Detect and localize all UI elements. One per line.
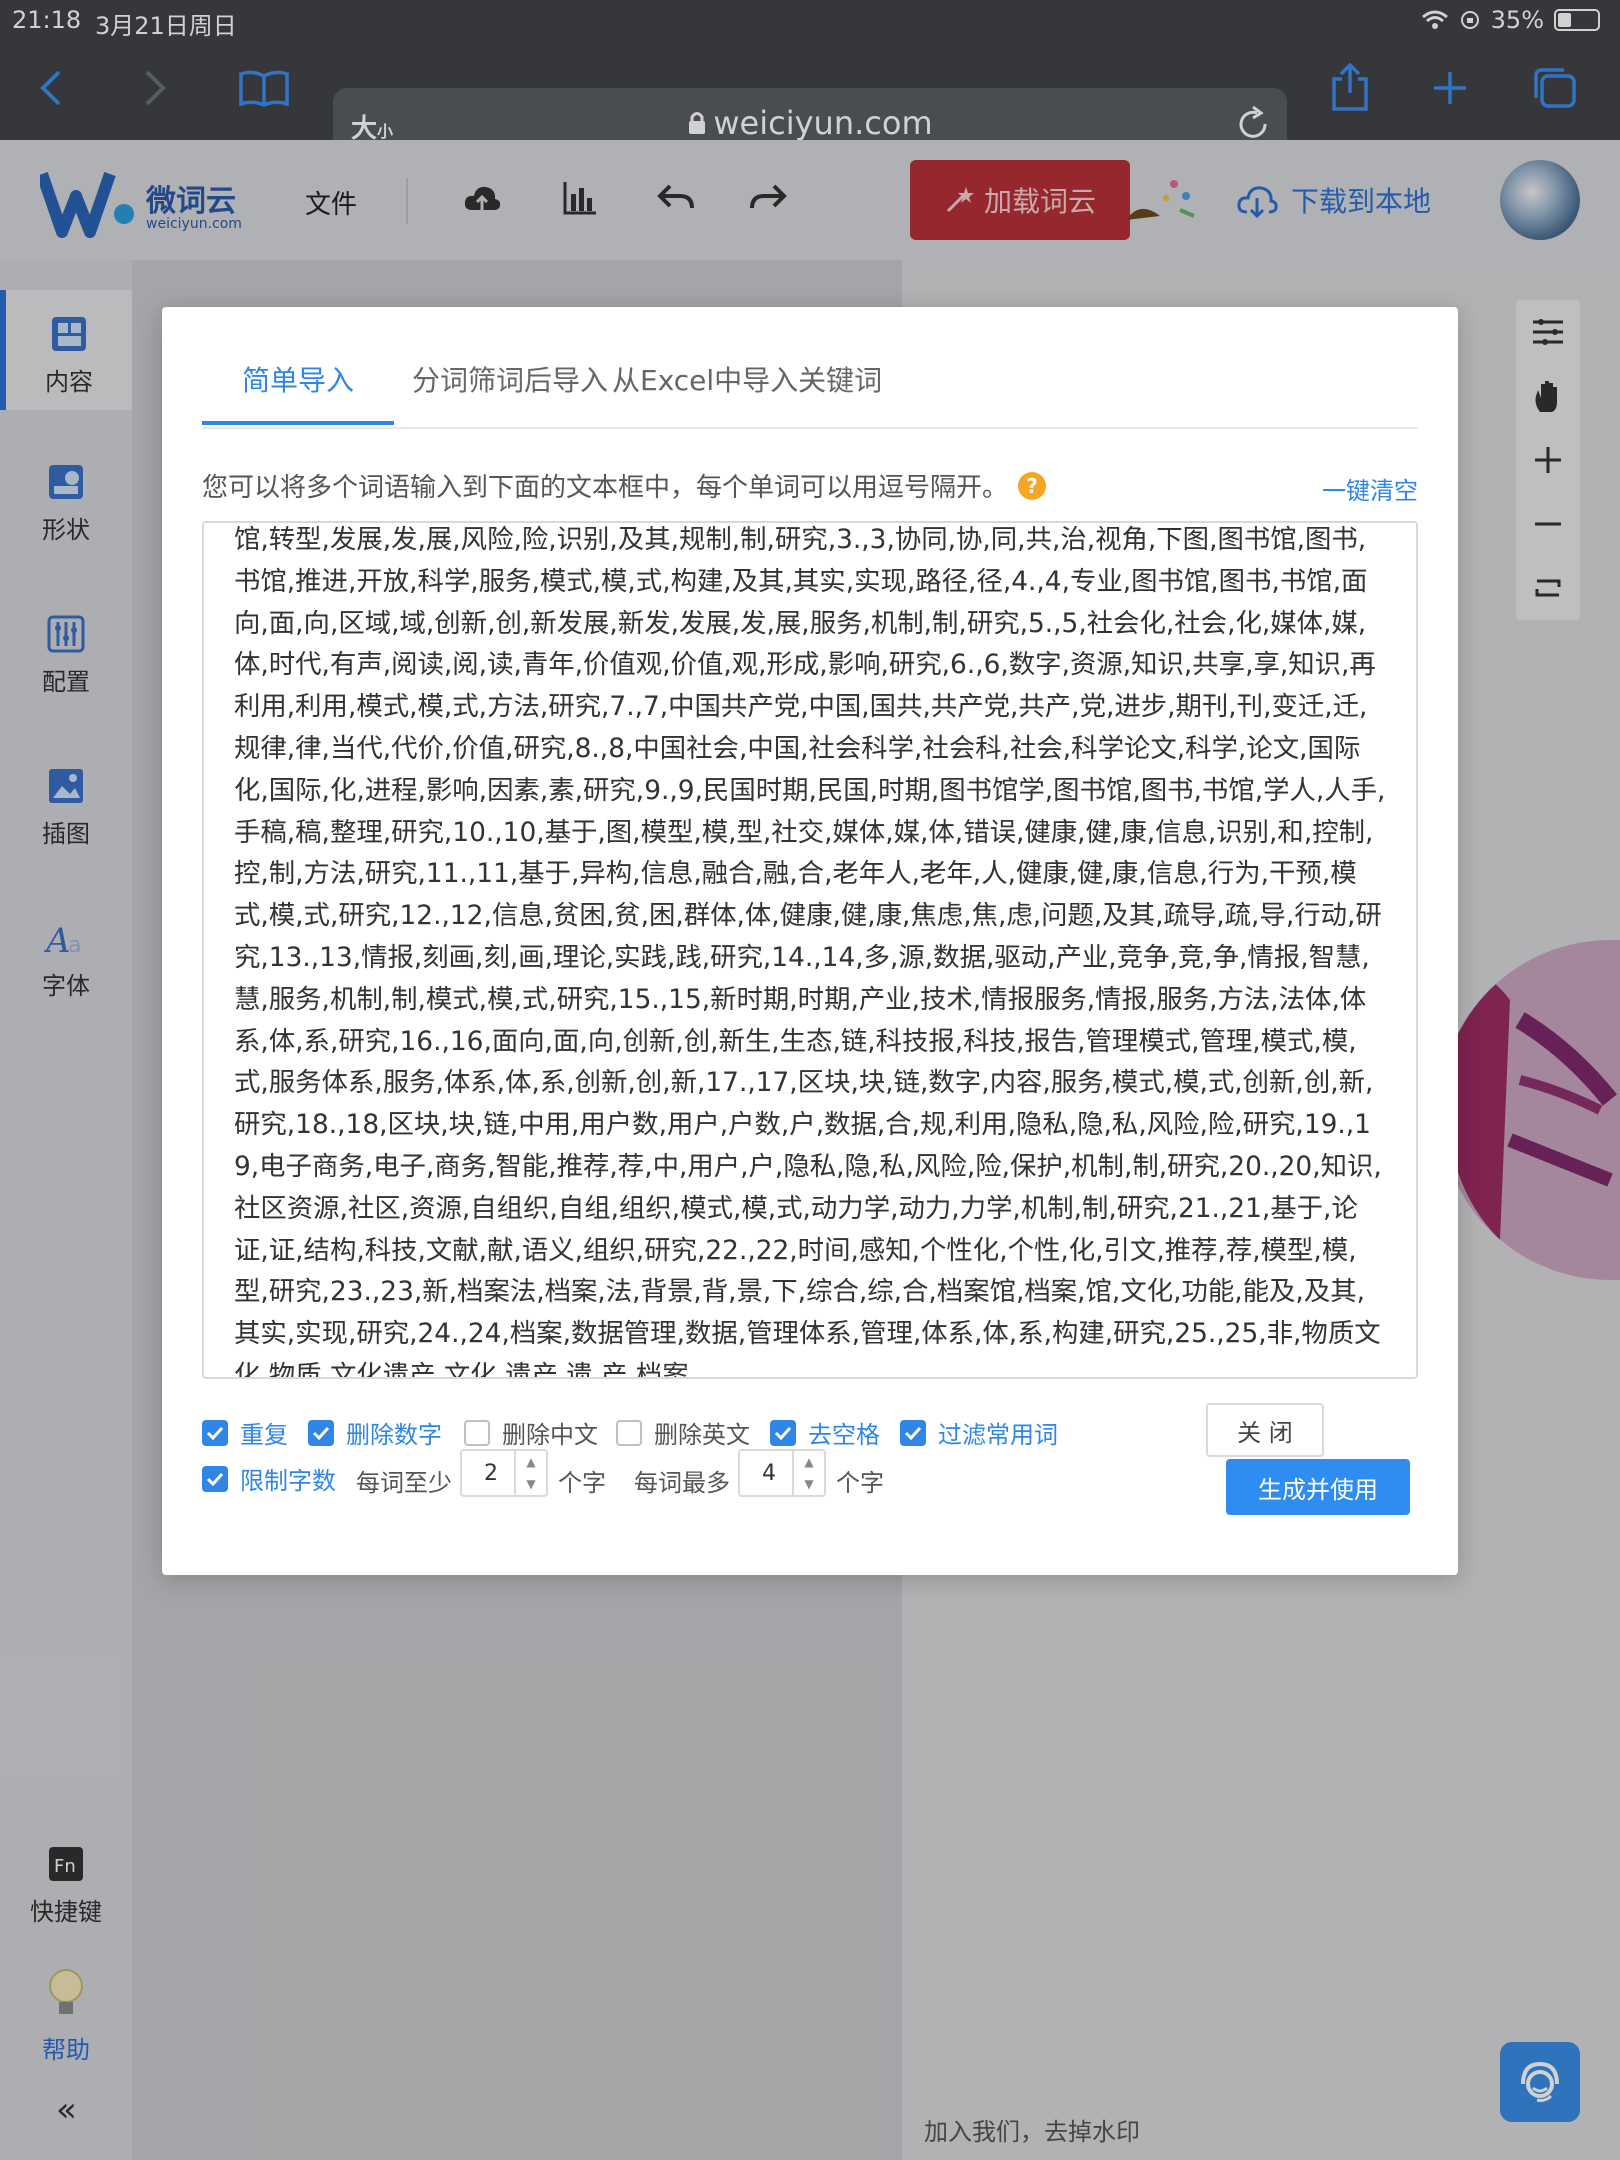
close-button[interactable]: 关 闭 — [1206, 1403, 1324, 1457]
option-label: 删除数字 — [346, 1421, 442, 1449]
option-remove-numbers[interactable]: 删除数字 — [308, 1415, 442, 1450]
checkbox[interactable] — [202, 1465, 228, 1492]
import-words-dialog: 简单导入 分词筛词后导入 从Excel中导入关键词 您可以将多个词语输入到下面的… — [162, 307, 1458, 1575]
option-limit-chars[interactable]: 限制字数 — [202, 1461, 336, 1496]
checkbox[interactable] — [900, 1419, 926, 1446]
option-label: 限制字数 — [240, 1467, 336, 1495]
close-label: 关 闭 — [1237, 1418, 1293, 1447]
generate-label: 生成并使用 — [1258, 1475, 1378, 1504]
active-tab-indicator — [202, 421, 394, 425]
option-remove-chinese[interactable]: 删除中文 — [464, 1415, 598, 1450]
option-label: 去空格 — [808, 1421, 880, 1449]
stepper-arrows[interactable]: ▲ ▼ — [792, 1451, 824, 1495]
option-filter-common[interactable]: 过滤常用词 — [900, 1415, 1058, 1450]
option-label: 重复 — [240, 1421, 288, 1449]
max-chars-label: 每词最多 — [634, 1469, 730, 1497]
max-chars-value: 4 — [762, 1461, 776, 1486]
min-chars-stepper[interactable]: 2 ▲ ▼ — [460, 1449, 548, 1497]
option-remove-spaces[interactable]: 去空格 — [770, 1415, 880, 1450]
tab-excel-import[interactable]: 从Excel中导入关键词 — [612, 359, 882, 399]
min-chars-value: 2 — [484, 1461, 498, 1486]
stepper-arrows[interactable]: ▲ ▼ — [514, 1451, 546, 1495]
clear-all-link[interactable]: 一键清空 — [1322, 471, 1418, 506]
option-label: 删除英文 — [654, 1421, 750, 1449]
words-textarea[interactable]: 馆,转型,发展,发,展,风险,险,识别,及其,规制,制,研究,3.,3,协同,协… — [202, 521, 1418, 1379]
option-repeat[interactable]: 重复 — [202, 1415, 288, 1450]
option-label: 删除中文 — [502, 1421, 598, 1449]
tab-simple-import[interactable]: 简单导入 — [242, 359, 354, 399]
words-textarea-content: 馆,转型,发展,发,展,风险,险,识别,及其,规制,制,研究,3.,3,协同,协… — [234, 524, 1386, 1379]
hint-text: 您可以将多个词语输入到下面的文本框中，每个单词可以用逗号隔开。 — [202, 473, 1009, 503]
checkbox[interactable] — [464, 1419, 490, 1446]
import-tabs: 简单导入 分词筛词后导入 从Excel中导入关键词 — [202, 307, 1418, 429]
option-remove-english[interactable]: 删除英文 — [616, 1415, 750, 1450]
help-question-icon[interactable]: ? — [1018, 471, 1047, 500]
checkbox[interactable] — [202, 1419, 228, 1446]
min-unit-label: 个字 — [558, 1469, 606, 1497]
max-chars-stepper[interactable]: 4 ▲ ▼ — [738, 1449, 826, 1497]
generate-button[interactable]: 生成并使用 — [1226, 1459, 1410, 1515]
max-unit-label: 个字 — [836, 1469, 884, 1497]
checkbox[interactable] — [616, 1419, 642, 1446]
tab-segment-import[interactable]: 分词筛词后导入 — [412, 359, 608, 399]
min-chars-label: 每词至少 — [356, 1469, 452, 1497]
checkbox[interactable] — [770, 1419, 796, 1446]
option-label: 过滤常用词 — [938, 1421, 1058, 1449]
checkbox[interactable] — [308, 1419, 334, 1446]
import-hint: 您可以将多个词语输入到下面的文本框中，每个单词可以用逗号隔开。 ? — [202, 467, 1047, 504]
